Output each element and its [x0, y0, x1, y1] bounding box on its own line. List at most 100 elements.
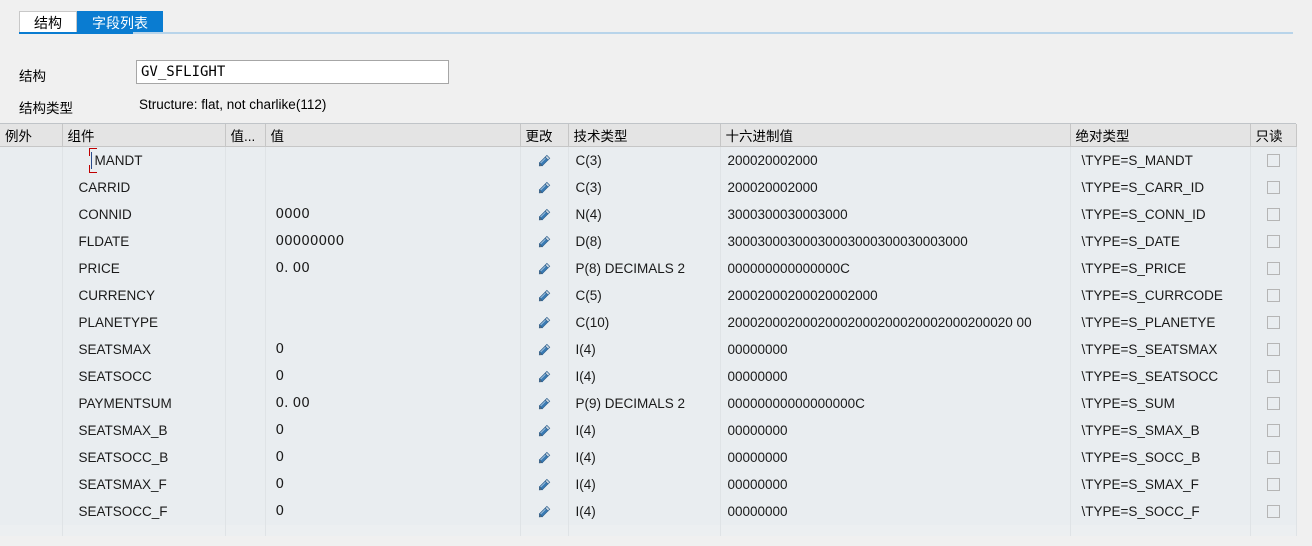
readonly-checkbox-icon[interactable]	[1266, 424, 1280, 438]
column-header-readonly[interactable]: 只读	[1250, 124, 1297, 147]
cell-change[interactable]	[520, 362, 569, 390]
cell-readonly[interactable]	[1250, 254, 1297, 282]
cell-change[interactable]	[520, 254, 569, 282]
table-row[interactable]: CONNID 0000 N(4) 3000300030003000 \TYPE=S_CO…	[0, 200, 1297, 228]
table-row[interactable]: SEATSMAX_B 0 I(4) 00000000 \TYPE=S_SMAX_B	[0, 416, 1297, 444]
pencil-icon[interactable]	[536, 152, 553, 169]
readonly-checkbox-icon[interactable]	[1266, 451, 1280, 465]
pencil-icon[interactable]	[536, 206, 553, 223]
pencil-icon[interactable]	[536, 422, 553, 439]
pencil-icon[interactable]	[536, 233, 553, 250]
readonly-checkbox-icon[interactable]	[1266, 154, 1280, 168]
pencil-icon[interactable]	[536, 314, 553, 331]
column-header-component[interactable]: 组件	[62, 124, 226, 147]
cell-readonly[interactable]	[1250, 335, 1297, 363]
cell-readonly[interactable]	[1250, 308, 1297, 336]
pencil-icon[interactable]	[536, 476, 553, 493]
cell-change[interactable]	[520, 470, 569, 498]
cell-change[interactable]	[520, 173, 569, 201]
cell-readonly[interactable]	[1250, 443, 1297, 471]
cell-component[interactable]: SEATSOCC_F	[62, 497, 226, 525]
table-row[interactable]: SEATSMAX_F 0 I(4) 00000000 \TYPE=S_SMAX_F	[0, 470, 1297, 498]
column-header-value[interactable]: 值	[265, 124, 521, 147]
table-row[interactable]: SEATSOCC_B 0 I(4) 00000000 \TYPE=S_SOCC_B	[0, 443, 1297, 471]
pencil-icon[interactable]	[536, 341, 553, 358]
cell-component[interactable]: FLDATE	[62, 227, 226, 255]
cell-readonly[interactable]	[1250, 281, 1297, 309]
cell-value[interactable]	[265, 146, 521, 174]
pencil-icon[interactable]	[536, 260, 553, 277]
cell-component[interactable]: PLANETYPE	[62, 308, 226, 336]
structure-input[interactable]	[136, 60, 449, 84]
readonly-checkbox-icon[interactable]	[1266, 208, 1280, 222]
cell-component[interactable]: PAYMENTSUM	[62, 389, 226, 417]
cell-value[interactable]: 0	[265, 470, 521, 498]
table-row[interactable]: SEATSOCC 0 I(4) 00000000 \TYPE=S_SEATSOCC	[0, 362, 1297, 390]
cell-value[interactable]	[265, 281, 521, 309]
cell-change[interactable]	[520, 281, 569, 309]
cell-readonly[interactable]	[1250, 173, 1297, 201]
cell-change[interactable]	[520, 227, 569, 255]
cell-component[interactable]: CARRID	[62, 173, 226, 201]
readonly-checkbox-icon[interactable]	[1266, 343, 1280, 357]
cell-value[interactable]: 0	[265, 335, 521, 363]
column-header-absolute-type[interactable]: 绝对类型	[1070, 124, 1251, 147]
column-header-technical-type[interactable]: 技术类型	[568, 124, 721, 147]
cell-component[interactable]: PRICE	[62, 254, 226, 282]
cell-readonly[interactable]	[1250, 470, 1297, 498]
cell-value[interactable]: 0	[265, 497, 521, 525]
pencil-icon[interactable]	[536, 449, 553, 466]
cell-value[interactable]: 0	[265, 416, 521, 444]
cell-value[interactable]: 0. 00	[265, 254, 521, 282]
cell-component[interactable]: SEATSMAX_F	[62, 470, 226, 498]
column-header-value-short[interactable]: 值...	[225, 124, 266, 147]
cell-change[interactable]	[520, 308, 569, 336]
cell-readonly[interactable]	[1250, 146, 1297, 174]
cell-value[interactable]: 0	[265, 443, 521, 471]
table-row[interactable]: FLDATE 00000000 D(8) 3000300030003000300030…	[0, 227, 1297, 255]
readonly-checkbox-icon[interactable]	[1266, 397, 1280, 411]
table-row[interactable]: SEATSOCC_F 0 I(4) 00000000 \TYPE=S_SOCC_F	[0, 497, 1297, 525]
cell-change[interactable]	[520, 146, 569, 174]
pencil-icon[interactable]	[536, 287, 553, 304]
cell-change[interactable]	[520, 443, 569, 471]
cell-readonly[interactable]	[1250, 416, 1297, 444]
readonly-checkbox-icon[interactable]	[1266, 289, 1280, 303]
cell-value[interactable]	[265, 308, 521, 336]
cell-component[interactable]: SEATSMAX_B	[62, 416, 226, 444]
readonly-checkbox-icon[interactable]	[1266, 478, 1280, 492]
table-row[interactable]: PAYMENTSUM 0. 00 P(9) DECIMALS 2 0000000000…	[0, 389, 1297, 417]
cell-value[interactable]: 0. 00	[265, 389, 521, 417]
cell-change[interactable]	[520, 200, 569, 228]
readonly-checkbox-icon[interactable]	[1266, 370, 1280, 384]
cell-change[interactable]	[520, 497, 569, 525]
readonly-checkbox-icon[interactable]	[1266, 181, 1280, 195]
table-row[interactable]: PRICE 0. 00 P(8) DECIMALS 2 000000000000000…	[0, 254, 1297, 282]
cell-component[interactable]: MANDT	[62, 146, 226, 174]
column-header-change[interactable]: 更改	[520, 124, 569, 147]
table-row[interactable]: CURRENCY C(5) 20002000200020002000 \TYPE=S_…	[0, 281, 1297, 309]
pencil-icon[interactable]	[536, 503, 553, 520]
cell-value[interactable]	[265, 173, 521, 201]
cell-component[interactable]: SEATSMAX	[62, 335, 226, 363]
column-header-hex-value[interactable]: 十六进制值	[720, 124, 1071, 147]
table-row[interactable]: CARRID C(3) 200020002000 \TYPE=S_CARR_ID	[0, 173, 1297, 201]
tab-field-list[interactable]: 字段列表	[77, 11, 163, 33]
cell-change[interactable]	[520, 416, 569, 444]
cell-readonly[interactable]	[1250, 362, 1297, 390]
cell-value[interactable]: 00000000	[265, 227, 521, 255]
pencil-icon[interactable]	[536, 179, 553, 196]
cell-readonly[interactable]	[1250, 200, 1297, 228]
cell-change[interactable]	[520, 335, 569, 363]
cell-readonly[interactable]	[1250, 389, 1297, 417]
pencil-icon[interactable]	[536, 395, 553, 412]
table-row[interactable]: PLANETYPE C(10) 20002000200020002000200020…	[0, 308, 1297, 336]
table-row[interactable]: MANDT C(3) 200020002000 \TYPE=S_MANDT	[0, 146, 1297, 174]
readonly-checkbox-icon[interactable]	[1266, 505, 1280, 519]
cell-component[interactable]: SEATSOCC_B	[62, 443, 226, 471]
cell-component[interactable]: CURRENCY	[62, 281, 226, 309]
table-row[interactable]: SEATSMAX 0 I(4) 00000000 \TYPE=S_SEATSMAX	[0, 335, 1297, 363]
tab-structure[interactable]: 结构	[19, 11, 77, 33]
cell-component[interactable]: SEATSOCC	[62, 362, 226, 390]
pencil-icon[interactable]	[536, 368, 553, 385]
